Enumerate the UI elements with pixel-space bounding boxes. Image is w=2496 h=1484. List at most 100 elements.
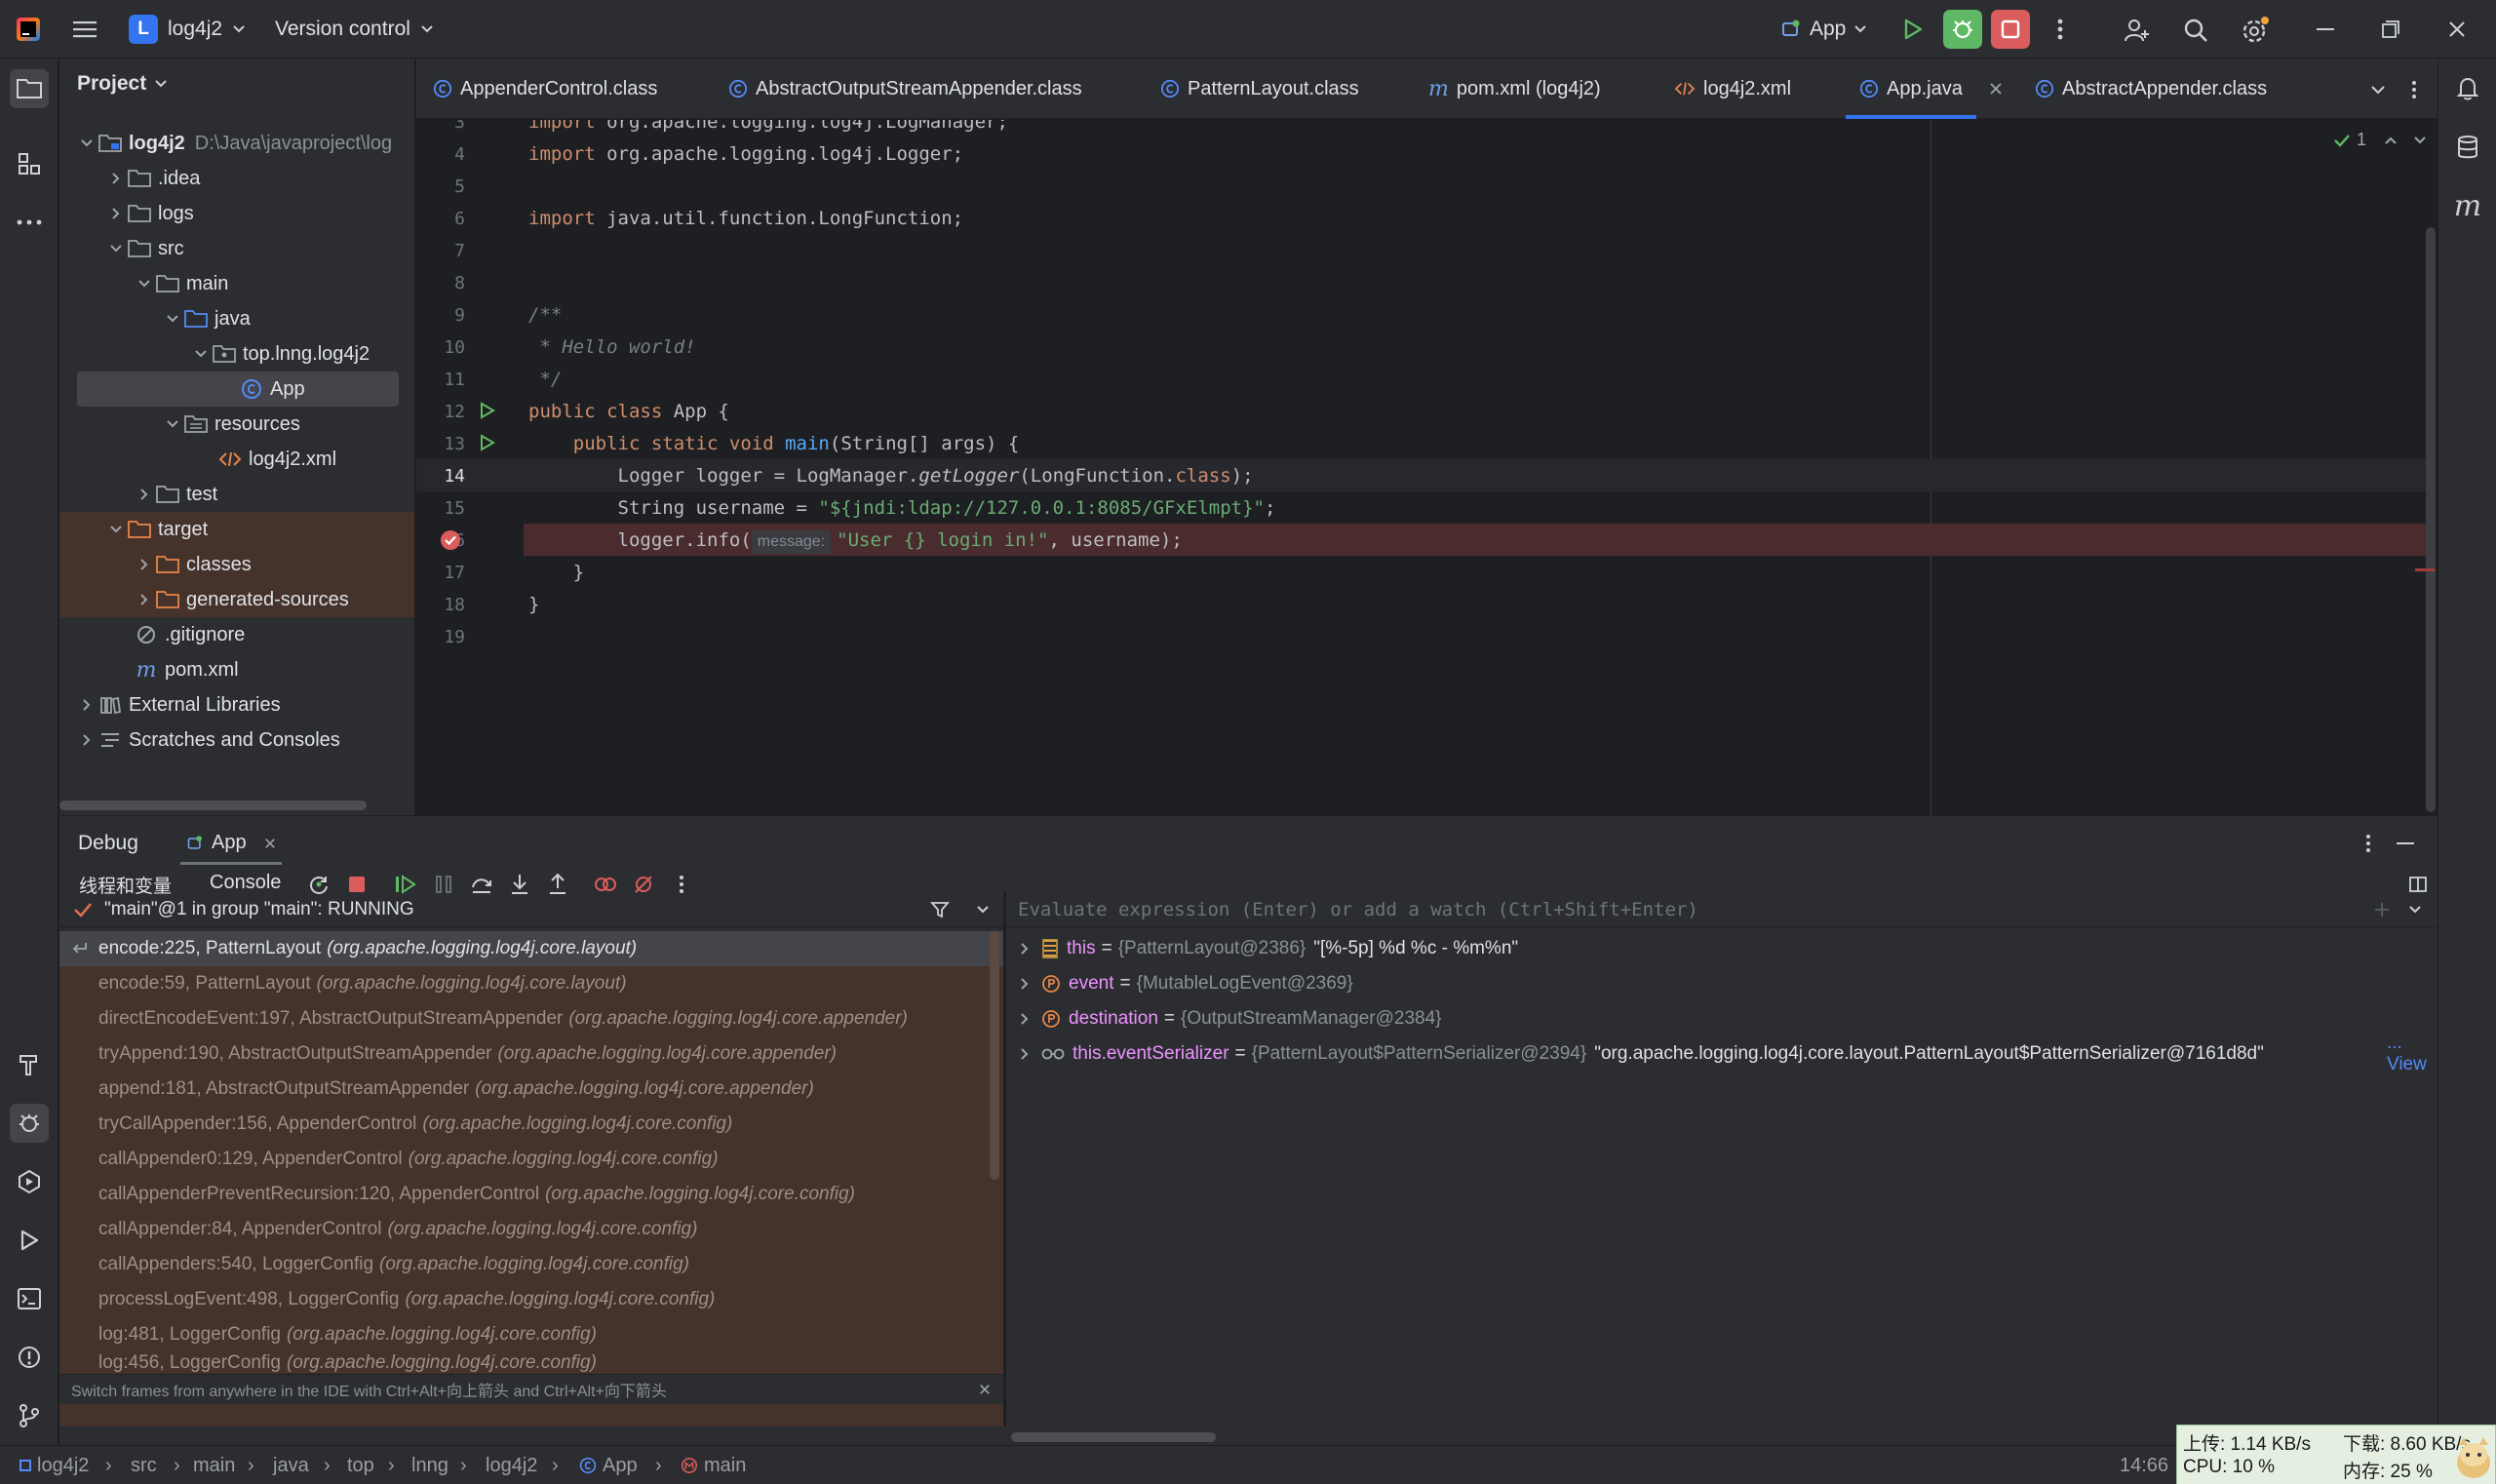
variable-row[interactable]: destination = {OutputStreamManager@2384} <box>1020 1001 1442 1036</box>
variable-row[interactable]: this = {PatternLayout@2386} "[%-5p] %d %c… <box>1020 931 1518 966</box>
tree-item-classes[interactable]: classes <box>59 547 414 582</box>
view-link[interactable]: ... View <box>2383 1033 2438 1074</box>
chevron-right-icon[interactable] <box>1020 1047 1030 1061</box>
code-editor[interactable]: 3 4 5 6 7 8 9 10 11 12 13 14 15 16 17 18… <box>416 120 2438 815</box>
close-icon[interactable] <box>2442 15 2472 44</box>
tree-item-gitignore[interactable]: .gitignore <box>59 617 414 652</box>
chevron-right-icon[interactable] <box>1020 977 1030 991</box>
chevron-right-icon[interactable] <box>105 168 127 189</box>
services-tool-icon[interactable] <box>10 1162 49 1201</box>
breakpoint-icon[interactable] <box>439 528 462 552</box>
tab-abstract-output-stream-appender[interactable]: AbstractOutputStreamAppender.class <box>728 59 1082 119</box>
variable-row[interactable]: this.eventSerializer = {PatternLayout$Pat… <box>1020 1036 2424 1072</box>
chevron-right-icon[interactable] <box>1020 942 1030 956</box>
run-icon[interactable] <box>1895 12 1930 47</box>
hide-panel-icon[interactable] <box>2394 832 2417 855</box>
tab-pattern-layout[interactable]: PatternLayout.class <box>1160 59 1359 119</box>
close-tab-icon[interactable] <box>264 838 276 849</box>
tab-abstract-appender[interactable]: AbstractAppender.class <box>2035 59 2267 119</box>
chevron-down-icon[interactable] <box>134 273 155 294</box>
tree-item-java[interactable]: java <box>59 301 414 336</box>
tab-pom-xml[interactable]: m pom.xml (log4j2) <box>1428 59 1601 119</box>
tree-item-main[interactable]: main <box>59 266 414 301</box>
more-tools-icon[interactable] <box>10 203 49 242</box>
debug-tool-icon[interactable] <box>10 1104 49 1143</box>
variable-row[interactable]: event = {MutableLogEvent@2369} <box>1020 966 1353 1001</box>
chevron-down-icon[interactable] <box>162 413 183 435</box>
frame-row[interactable]: callAppender0:129, AppenderControl (org.a… <box>59 1142 1003 1177</box>
frame-row[interactable]: tryCallAppender:156, AppenderControl (org… <box>59 1107 1003 1142</box>
breadcrumb-project[interactable]: log4j2 <box>20 1446 89 1484</box>
chevron-right-icon[interactable] <box>76 694 98 716</box>
frame-row[interactable]: callAppenderPreventRecursion:120, Append… <box>59 1177 1003 1212</box>
close-hint-icon[interactable] <box>976 1381 994 1398</box>
terminal-tool-icon[interactable] <box>10 1279 49 1318</box>
tree-item-idea[interactable]: .idea <box>59 161 414 196</box>
close-tab-icon[interactable] <box>1986 79 2006 98</box>
debug-more-icon[interactable] <box>2357 832 2380 855</box>
layout-settings-icon[interactable] <box>2403 870 2433 899</box>
breadcrumb-java[interactable]: java <box>273 1446 309 1484</box>
git-tool-icon[interactable] <box>10 1396 49 1435</box>
tabs-more-icon[interactable] <box>2402 78 2426 101</box>
frame-row[interactable]: encode:225, PatternLayout (org.apache.log… <box>59 931 1003 966</box>
breadcrumb-top[interactable]: top <box>347 1446 374 1484</box>
debug-session-tab[interactable]: App <box>180 824 282 865</box>
tree-item-package[interactable]: top.lnng.log4j2 <box>59 336 414 371</box>
tree-item-target[interactable]: target <box>59 512 414 547</box>
tab-console[interactable]: Console <box>210 872 281 894</box>
tree-item-external-libraries[interactable]: External Libraries <box>59 687 414 722</box>
chevron-right-icon[interactable] <box>1020 1012 1030 1026</box>
tree-item-scratches[interactable]: Scratches and Consoles <box>59 722 414 758</box>
add-user-icon[interactable] <box>2122 15 2153 46</box>
project-view-selector[interactable]: Project <box>77 72 168 96</box>
tree-item-resources[interactable]: resources <box>59 407 414 442</box>
maven-icon[interactable]: m <box>2448 186 2487 225</box>
frame-row[interactable]: encode:59, PatternLayout (org.apache.logg… <box>59 966 1003 1001</box>
chevron-down-icon[interactable] <box>190 343 212 365</box>
frames-v-scrollbar[interactable] <box>990 931 999 1180</box>
tree-item-log4j2[interactable]: log4j2 D:\Java\javaproject\log <box>59 126 414 161</box>
filter-icon[interactable] <box>928 898 952 921</box>
tree-item-logs[interactable]: logs <box>59 196 414 231</box>
frame-row[interactable]: callAppender:84, AppenderControl (org.apa… <box>59 1212 1003 1247</box>
tab-appender-control[interactable]: AppenderControl.class <box>433 59 657 119</box>
project-tool-icon[interactable] <box>10 69 49 108</box>
app-logo-icon[interactable] <box>14 15 43 44</box>
tree-item-test[interactable]: test <box>59 477 414 512</box>
hamburger-menu-icon[interactable] <box>70 15 99 44</box>
tab-log4j2-xml[interactable]: log4j2.xml <box>1674 59 1791 119</box>
tab-app-java[interactable]: App.java <box>1846 59 1976 119</box>
chevron-right-icon[interactable] <box>76 729 98 751</box>
tab-list-chevron-icon[interactable] <box>2366 78 2390 101</box>
database-icon[interactable] <box>2448 128 2487 167</box>
vars-h-scrollbar[interactable] <box>1011 1432 1216 1442</box>
debug-icon[interactable] <box>1943 10 1982 49</box>
breadcrumb-src[interactable]: src <box>131 1446 157 1484</box>
chevron-down-icon[interactable] <box>105 519 127 540</box>
chevron-down-icon[interactable] <box>105 238 127 259</box>
breadcrumb-main[interactable]: main <box>193 1446 235 1484</box>
frame-row[interactable]: log:456, LoggerConfig (org.apache.logging… <box>59 1352 1003 1374</box>
frame-row[interactable]: callAppenders:540, LoggerConfig (org.apac… <box>59 1247 1003 1282</box>
editor-v-scrollbar[interactable] <box>2426 227 2436 812</box>
run-gutter-icon[interactable] <box>479 434 496 451</box>
evaluate-expression-input[interactable]: Evaluate expression (Enter) or add a wat… <box>1018 894 2363 925</box>
breadcrumb-lnng[interactable]: lnng <box>411 1446 448 1484</box>
breadcrumb-app[interactable]: App <box>579 1446 638 1484</box>
inspection-widget[interactable]: 1 <box>2333 130 2427 150</box>
chevron-right-icon[interactable] <box>105 203 127 224</box>
tree-item-src[interactable]: src <box>59 231 414 266</box>
run-tool-icon[interactable] <box>10 1221 49 1260</box>
project-selector[interactable]: L log4j2 <box>129 15 246 44</box>
build-tool-icon[interactable] <box>10 1045 49 1084</box>
chevron-up-icon[interactable] <box>2384 136 2398 145</box>
frame-row[interactable]: append:181, AbstractOutputStreamAppender… <box>59 1072 1003 1107</box>
maximize-icon[interactable] <box>2376 15 2405 44</box>
tree-item-pom[interactable]: m pom.xml <box>59 652 414 687</box>
thread-selector[interactable]: "main"@1 in group "main": RUNNING <box>73 894 1004 925</box>
frame-row[interactable]: tryAppend:190, AbstractOutputStreamAppen… <box>59 1036 1003 1072</box>
chevron-down-icon[interactable] <box>76 133 98 154</box>
breadcrumb-log4j2[interactable]: log4j2 <box>486 1446 537 1484</box>
chevron-down-icon[interactable] <box>2413 136 2427 145</box>
